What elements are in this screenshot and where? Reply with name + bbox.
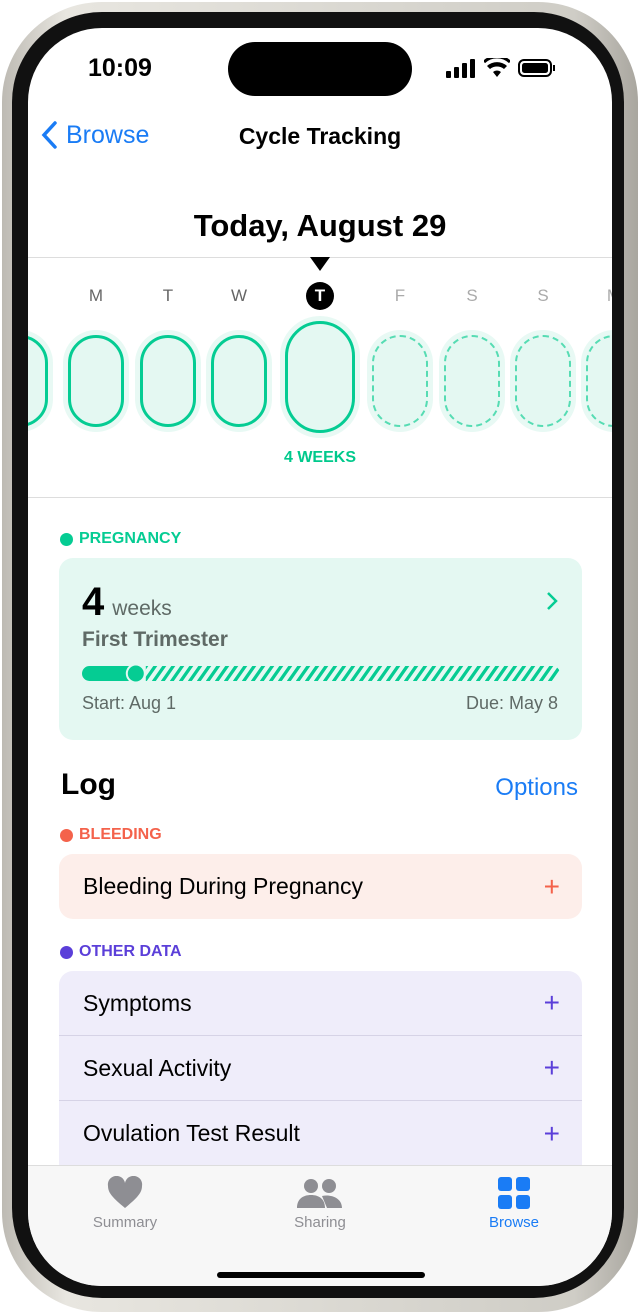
tab-label: Summary [92,1214,158,1231]
section-label: BLEEDING [79,826,162,843]
day-label[interactable]: W [224,286,254,306]
tab-sharing[interactable]: Sharing [260,1176,380,1231]
status-icons [446,58,556,78]
section-label: OTHER DATA [79,943,182,960]
week-label: 4 WEEKS [283,449,356,466]
screen: 10:09 Browse Cycle Tracking Today, Augus… [28,28,612,1286]
other-data-section-header: OTHER DATA [60,943,182,961]
pregnancy-section-header: PREGNANCY [60,530,181,548]
plus-icon[interactable]: + [544,871,560,903]
date-title: Today, August 29 [193,208,447,243]
day-pill[interactable] [586,335,612,427]
signal-icon [446,59,475,78]
day-label[interactable]: T [153,286,183,306]
day-pill-today[interactable] [285,321,355,433]
heart-icon [107,1175,143,1208]
tab-summary[interactable]: Summary [65,1175,185,1231]
battery-icon [518,59,555,77]
grid-icon [498,1177,530,1209]
options-button[interactable]: Options [495,774,578,802]
day-pill[interactable] [68,335,124,427]
weeks-count: 4 [82,580,105,624]
tab-label: Sharing [294,1214,346,1231]
day-pill[interactable] [140,335,196,427]
day-label[interactable]: S [457,286,487,306]
section-label: PREGNANCY [79,530,182,547]
day-label[interactable]: S [28,286,35,306]
row-label: Ovulation Test Result [83,1120,300,1146]
plus-icon[interactable]: + [544,987,560,1019]
day-label[interactable]: M [599,286,612,306]
due-date: Due: May 8 [465,693,558,713]
plus-icon[interactable]: + [544,1052,560,1084]
log-row-bleeding[interactable]: Bleeding During Pregnancy + [59,854,582,919]
dynamic-island [228,42,412,96]
home-indicator [217,1272,425,1278]
chevron-right-icon [547,592,558,610]
day-label[interactable]: M [81,286,111,306]
plus-icon[interactable]: + [544,1118,560,1150]
day-pill[interactable] [28,335,48,427]
day-pill[interactable] [211,335,267,427]
log-title: Log [61,768,116,801]
today-pointer-icon [310,257,330,271]
tab-label: Browse [488,1214,540,1231]
pregnancy-card[interactable]: 4 weeks First Trimester Start: Aug 1 Due… [59,558,582,740]
divider [28,497,612,498]
page-title: Cycle Tracking [238,123,402,149]
day-pill[interactable] [515,335,571,427]
day-pill[interactable] [444,335,500,427]
wifi-icon [484,58,510,77]
trimester: First Trimester [82,628,228,651]
row-label: Bleeding During Pregnancy [83,873,364,899]
day-label[interactable]: S [528,286,558,306]
day-label[interactable]: T [306,282,334,310]
pregnancy-progress-bar [82,665,560,683]
row-label: Symptoms [83,989,192,1016]
day-label[interactable]: F [385,286,415,306]
log-row-symptoms[interactable]: Symptoms + [59,971,582,1036]
day-pill[interactable] [372,335,428,427]
weeks-unit: weeks [112,597,172,620]
start-date: Start: Aug 1 [82,693,177,713]
row-label: Sexual Activity [83,1054,232,1081]
tab-bar: Summary Sharing Browse [28,1165,612,1286]
tab-browse[interactable]: Browse [454,1176,574,1231]
log-row-ovulation-test[interactable]: Ovulation Test Result + [59,1101,582,1166]
people-icon [297,1179,342,1208]
status-time: 10:09 [88,54,152,82]
bleeding-card: Bleeding During Pregnancy + [59,854,582,919]
bleeding-section-header: BLEEDING [60,826,162,844]
log-row-sexual-activity[interactable]: Sexual Activity + [59,1036,582,1101]
other-data-card: Symptoms + Sexual Activity + Ovulation Tes… [59,971,582,1191]
